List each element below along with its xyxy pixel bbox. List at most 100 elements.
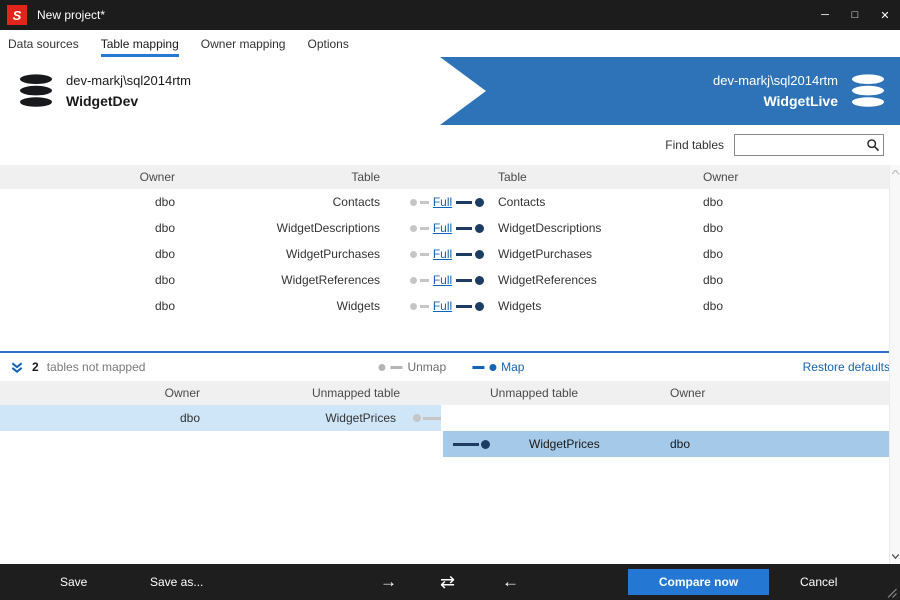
owner-left: dbo (154, 273, 175, 287)
mapped-tables-grid: Owner Table Table Owner dbo Contacts Ful… (0, 165, 900, 319)
find-bar: Find tables (0, 125, 900, 165)
tab-data-sources[interactable]: Data sources (8, 30, 79, 57)
toggle-track-icon (409, 198, 417, 206)
table-row[interactable]: dbo Contacts Full Contacts dbo (0, 189, 900, 215)
map-left-to-right-icon[interactable]: → (380, 564, 397, 600)
minimize-button[interactable]: ─ (810, 0, 840, 30)
window-controls: ─ □ ✕ (810, 0, 900, 30)
app-window: S New project* ─ □ ✕ Data sources Table … (0, 0, 900, 600)
header-unmapped-table-right: Unmapped table (490, 386, 579, 400)
compare-now-button[interactable]: Compare now (628, 569, 769, 595)
unmapped-row-left[interactable]: dbo WidgetPrices (0, 405, 441, 431)
source-dbname-left: WidgetDev (66, 93, 139, 109)
toggle-track-icon (409, 224, 417, 232)
close-button[interactable]: ✕ (870, 0, 900, 30)
table-left: WidgetReferences (281, 273, 380, 287)
scroll-down-icon[interactable] (891, 552, 900, 561)
cancel-button[interactable]: Cancel (800, 564, 837, 600)
mapping-level-link[interactable]: Full (432, 247, 453, 261)
find-tables-input[interactable] (741, 137, 866, 153)
swap-direction-icon[interactable]: ⇄ (440, 564, 455, 600)
maximize-button[interactable]: □ (840, 0, 870, 30)
mapping-level-link[interactable]: Full (432, 221, 453, 235)
map-actions: Unmap Map (378, 353, 524, 381)
header-owner-right: Owner (703, 170, 739, 184)
header-owner-left: Owner (139, 170, 175, 184)
footer-toolbar: Save Save as... → ⇄ ← Compare now Cancel (0, 564, 900, 600)
restore-defaults-link[interactable]: Restore defaults (803, 360, 890, 374)
scroll-up-icon[interactable] (891, 168, 900, 177)
source-database-left: dev-markj\sql2014rtm WidgetDev (0, 57, 191, 125)
save-button[interactable]: Save (60, 564, 87, 600)
unmapped-grid-header: Owner Unmapped table Unmapped table Owne… (0, 381, 900, 405)
table-left: Widgets (336, 299, 380, 313)
unmapped-table: WidgetPrices (325, 411, 396, 425)
resize-grip[interactable] (887, 588, 897, 598)
mapped-grid-header: Owner Table Table Owner (0, 165, 900, 189)
map-right-to-left-icon[interactable]: ← (502, 564, 519, 600)
owner-left: dbo (154, 299, 175, 313)
header-unmapped-table-left: Unmapped table (311, 386, 400, 400)
map-button[interactable]: Map (472, 360, 524, 374)
unmapped-toggle-icon[interactable] (443, 439, 499, 449)
owner-right: dbo (703, 195, 724, 209)
toggle-knob-icon (475, 301, 485, 311)
source-server-left: dev-markj\sql2014rtm (66, 73, 191, 88)
owner-right: dbo (703, 273, 724, 287)
titlebar: S New project* ─ □ ✕ (0, 0, 900, 30)
mapping-content: Owner Table Table Owner dbo Contacts Ful… (0, 165, 900, 564)
owner-left: dbo (154, 247, 175, 261)
table-right: WidgetReferences (498, 273, 597, 287)
database-icon (852, 74, 884, 107)
find-tables-label: Find tables (665, 138, 724, 152)
unmap-button[interactable]: Unmap (378, 360, 446, 374)
chevron-down-icon[interactable] (10, 361, 24, 374)
mapping-level-link[interactable]: Full (432, 195, 453, 209)
owner-right: dbo (703, 221, 724, 235)
window-title: New project* (37, 8, 106, 22)
mapping-toggle[interactable]: Full (409, 221, 485, 235)
mapping-level-link[interactable]: Full (432, 273, 453, 287)
tab-options[interactable]: Options (307, 30, 348, 57)
mapping-toggle[interactable]: Full (409, 247, 485, 261)
toggle-track-icon (409, 302, 417, 310)
mapping-level-link[interactable]: Full (432, 299, 453, 313)
table-row[interactable]: dbo Widgets Full Widgets dbo (0, 293, 900, 319)
source-server-right: dev-markj\sql2014rtm (713, 73, 838, 88)
mapping-toggle[interactable]: Full (409, 273, 485, 287)
database-icon (20, 74, 52, 107)
owner-right: dbo (703, 247, 724, 261)
table-right: Widgets (498, 299, 542, 313)
toggle-knob-icon (475, 197, 485, 207)
app-logo-icon: S (7, 5, 27, 25)
unmapped-toggle-icon[interactable] (410, 414, 441, 422)
tab-owner-mapping[interactable]: Owner mapping (201, 30, 286, 57)
toggle-track-icon (409, 250, 417, 258)
unmap-icon (378, 363, 386, 371)
owner-left: dbo (154, 195, 175, 209)
header-owner-left: Owner (164, 386, 200, 400)
header-owner-right: Owner (670, 386, 706, 400)
table-row[interactable]: dbo WidgetPurchases Full WidgetPurchases… (0, 241, 900, 267)
table-left: WidgetDescriptions (276, 221, 380, 235)
save-as-button[interactable]: Save as... (150, 564, 203, 600)
table-left: Contacts (332, 195, 380, 209)
mapping-toggle[interactable]: Full (409, 195, 485, 209)
tab-bar: Data sources Table mapping Owner mapping… (0, 30, 900, 57)
owner: dbo (670, 437, 691, 451)
data-sources-banner: dev-markj\sql2014rtm WidgetDev dev-markj… (0, 57, 900, 125)
mapping-toggle[interactable]: Full (409, 299, 485, 313)
owner-right: dbo (703, 299, 724, 313)
vertical-scrollbar[interactable] (889, 165, 900, 564)
table-row[interactable]: dbo WidgetDescriptions Full WidgetDescri… (0, 215, 900, 241)
header-table-left: Table (351, 170, 380, 184)
unmapped-section-bar: 2 tables not mapped Unmap Map Restore de… (0, 351, 900, 381)
header-table-right: Table (498, 170, 527, 184)
unmapped-table: WidgetPrices (529, 437, 600, 451)
unmapped-tables-grid: Owner Unmapped table Unmapped table Owne… (0, 381, 900, 457)
tab-table-mapping[interactable]: Table mapping (100, 30, 179, 57)
search-icon (867, 139, 880, 152)
unmapped-row-right-selected[interactable]: WidgetPrices dbo (443, 431, 890, 457)
table-row[interactable]: dbo WidgetReferences Full WidgetReferenc… (0, 267, 900, 293)
unmapped-count: 2 (32, 360, 39, 374)
